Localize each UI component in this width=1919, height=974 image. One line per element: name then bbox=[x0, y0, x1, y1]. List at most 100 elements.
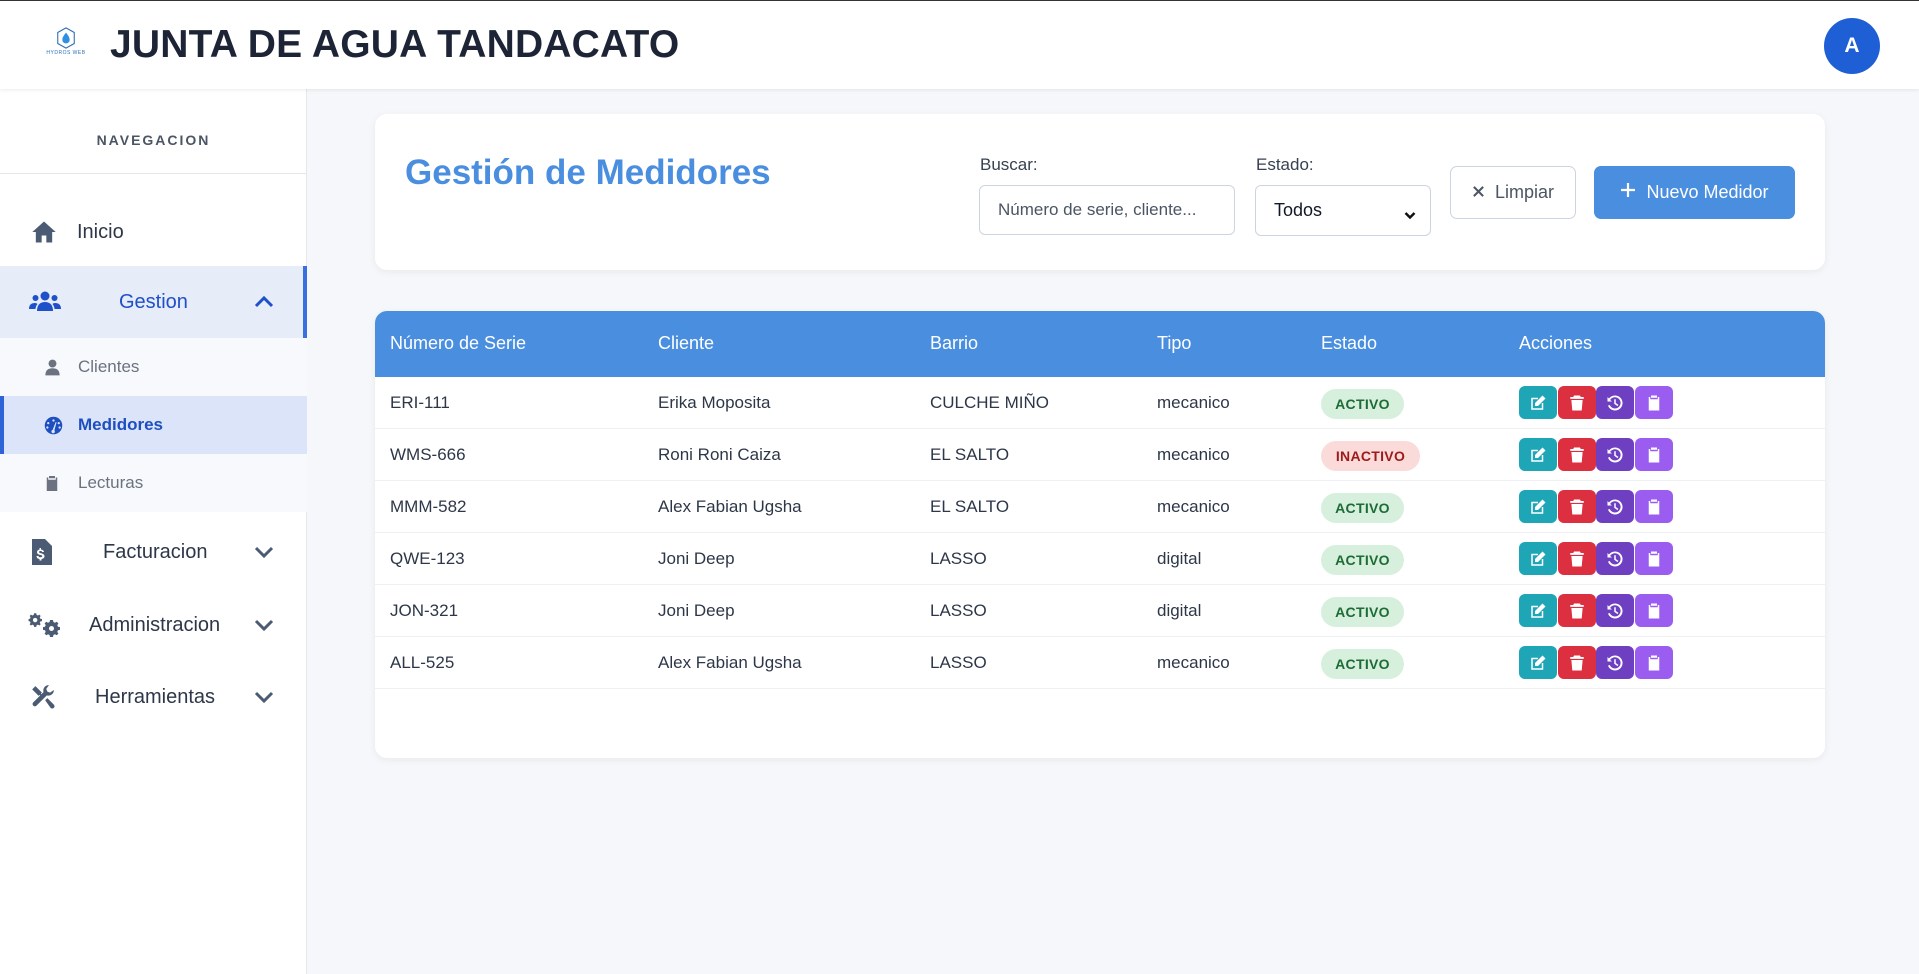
clipboard-icon bbox=[1645, 550, 1663, 568]
cell-cliente: Erika Moposita bbox=[658, 393, 771, 412]
history-button[interactable] bbox=[1596, 646, 1634, 679]
chevron-down-icon[interactable] bbox=[252, 685, 276, 709]
cell-serie: WMS-666 bbox=[390, 445, 466, 464]
readings-button[interactable] bbox=[1635, 386, 1673, 419]
history-button[interactable] bbox=[1596, 490, 1634, 523]
chevron-down-icon[interactable] bbox=[252, 613, 276, 637]
search-input[interactable] bbox=[979, 185, 1235, 235]
tools-icon bbox=[29, 683, 57, 711]
history-button[interactable] bbox=[1596, 386, 1634, 419]
history-button[interactable] bbox=[1596, 438, 1634, 471]
status-label: Estado: bbox=[1256, 155, 1314, 174]
users-icon bbox=[29, 288, 61, 316]
column-header[interactable]: Cliente bbox=[658, 333, 714, 354]
clipboard-icon bbox=[1645, 394, 1663, 412]
status-select-value: Todos bbox=[1274, 200, 1323, 220]
clipboard-icon bbox=[42, 473, 62, 493]
history-icon bbox=[1606, 394, 1624, 412]
clipboard-icon bbox=[1645, 446, 1663, 464]
clipboard-icon bbox=[1645, 654, 1663, 672]
sidebar-item-label: Facturacion bbox=[103, 540, 208, 563]
cell-cliente: Alex Fabian Ugsha bbox=[658, 497, 802, 516]
plus-icon bbox=[1620, 182, 1636, 203]
status-badge: ACTIVO bbox=[1321, 493, 1404, 523]
column-header[interactable]: Barrio bbox=[930, 333, 978, 354]
top-header: HYDROS WEB JUNTA DE AGUA TANDACATO A bbox=[0, 0, 1919, 89]
sidebar-subitem-clientes[interactable]: Clientes bbox=[0, 338, 307, 396]
sidebar: NAVEGACION Inicio Gestion Clientes Medid… bbox=[0, 89, 307, 974]
sidebar-subitem-lecturas[interactable]: Lecturas bbox=[0, 454, 307, 512]
readings-button[interactable] bbox=[1635, 646, 1673, 679]
edit-button[interactable] bbox=[1519, 438, 1557, 471]
edit-button[interactable] bbox=[1519, 646, 1557, 679]
cell-tipo: mecanico bbox=[1157, 653, 1230, 672]
chevron-down-icon[interactable] bbox=[252, 540, 276, 564]
close-icon bbox=[1472, 182, 1485, 203]
home-icon bbox=[30, 218, 58, 246]
sidebar-item-label: Gestion bbox=[119, 290, 188, 313]
user-avatar[interactable]: A bbox=[1824, 18, 1880, 74]
status-select[interactable]: Todos bbox=[1255, 185, 1431, 236]
logo-text: HYDROS WEB bbox=[46, 50, 86, 56]
status-badge: INACTIVO bbox=[1321, 441, 1420, 471]
cell-tipo: digital bbox=[1157, 549, 1202, 568]
history-button[interactable] bbox=[1596, 594, 1634, 627]
clear-button[interactable]: Limpiar bbox=[1450, 166, 1576, 219]
meters-table: Número de Serie Cliente Barrio Tipo Esta… bbox=[375, 311, 1825, 758]
edit-icon bbox=[1529, 498, 1547, 516]
status-badge: ACTIVO bbox=[1321, 597, 1404, 627]
app-logo[interactable]: HYDROS WEB bbox=[40, 27, 92, 63]
cell-tipo: digital bbox=[1157, 601, 1202, 620]
history-icon bbox=[1606, 498, 1624, 516]
history-icon bbox=[1606, 446, 1624, 464]
sidebar-item-administracion[interactable]: Administracion bbox=[0, 595, 307, 655]
gauge-icon bbox=[42, 414, 64, 436]
sidebar-subitem-label: Medidores bbox=[78, 415, 164, 434]
delete-button[interactable] bbox=[1558, 438, 1596, 471]
edit-icon bbox=[1529, 654, 1547, 672]
water-drop-icon bbox=[57, 27, 75, 49]
clipboard-icon bbox=[1645, 498, 1663, 516]
readings-button[interactable] bbox=[1635, 438, 1673, 471]
trash-icon bbox=[1568, 498, 1586, 516]
chevron-down-icon bbox=[1404, 205, 1416, 220]
edit-button[interactable] bbox=[1519, 490, 1557, 523]
edit-icon bbox=[1529, 602, 1547, 620]
edit-button[interactable] bbox=[1519, 594, 1557, 627]
readings-button[interactable] bbox=[1635, 594, 1673, 627]
sidebar-subitem-medidores[interactable]: Medidores bbox=[0, 396, 307, 454]
delete-button[interactable] bbox=[1558, 386, 1596, 419]
column-header[interactable]: Número de Serie bbox=[390, 333, 526, 354]
delete-button[interactable] bbox=[1558, 490, 1596, 523]
delete-button[interactable] bbox=[1558, 542, 1596, 575]
delete-button[interactable] bbox=[1558, 646, 1596, 679]
edit-button[interactable] bbox=[1519, 542, 1557, 575]
cell-barrio: EL SALTO bbox=[930, 497, 1010, 516]
column-header[interactable]: Estado bbox=[1321, 333, 1377, 354]
cell-serie: ALL-525 bbox=[390, 653, 455, 672]
edit-button[interactable] bbox=[1519, 386, 1557, 419]
clear-button-label: Limpiar bbox=[1494, 182, 1555, 202]
sidebar-item-facturacion[interactable]: Facturacion bbox=[0, 522, 307, 582]
trash-icon bbox=[1568, 394, 1586, 412]
cell-barrio: EL SALTO bbox=[930, 445, 1010, 464]
cell-barrio: CULCHE MIÑO bbox=[930, 393, 1050, 412]
readings-button[interactable] bbox=[1635, 490, 1673, 523]
readings-button[interactable] bbox=[1635, 542, 1673, 575]
cell-cliente: Alex Fabian Ugsha bbox=[658, 653, 802, 672]
sidebar-item-herramientas[interactable]: Herramientas bbox=[0, 667, 307, 727]
sidebar-item-inicio[interactable]: Inicio bbox=[0, 203, 307, 261]
sidebar-item-label: Herramientas bbox=[95, 685, 216, 708]
chevron-up-icon[interactable] bbox=[252, 290, 276, 314]
new-meter-button[interactable]: Nuevo Medidor bbox=[1594, 166, 1795, 219]
sidebar-item-gestion[interactable]: Gestion bbox=[0, 266, 307, 338]
edit-icon bbox=[1529, 550, 1547, 568]
column-header[interactable]: Tipo bbox=[1157, 333, 1191, 354]
history-button[interactable] bbox=[1596, 542, 1634, 575]
invoice-icon bbox=[31, 538, 53, 566]
delete-button[interactable] bbox=[1558, 594, 1596, 627]
sidebar-item-label: Inicio bbox=[77, 220, 124, 243]
column-header: Acciones bbox=[1519, 333, 1593, 353]
history-icon bbox=[1606, 654, 1624, 672]
cell-barrio: LASSO bbox=[930, 653, 987, 672]
